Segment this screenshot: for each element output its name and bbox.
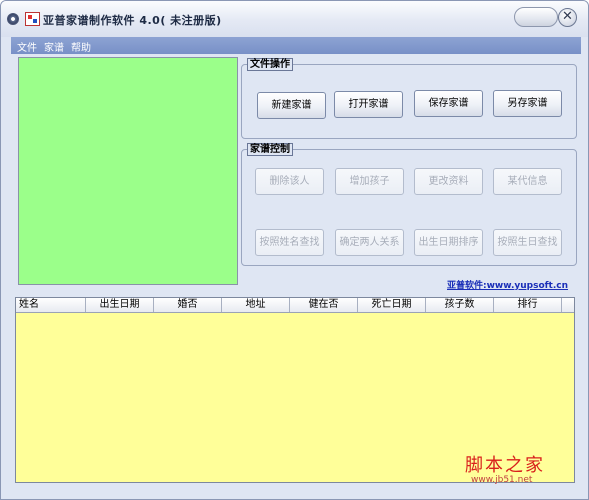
file-operations-label: 文件操作	[247, 58, 293, 71]
new-family-tree-button[interactable]: 新建家谱	[257, 92, 326, 119]
title-bar[interactable]: 亚普家谱制作软件 4.0( 未注册版) ✕	[1, 1, 588, 37]
column-header-address[interactable]: 地址	[222, 298, 290, 312]
column-header-name[interactable]: 姓名	[16, 298, 86, 312]
edit-info-button[interactable]: 更改资料	[414, 168, 483, 195]
delete-person-button[interactable]: 删除该人	[255, 168, 324, 195]
open-family-tree-button[interactable]: 打开家谱	[334, 91, 403, 118]
watermark-url: www.jb51.net	[471, 475, 533, 485]
sort-by-birthdate-button[interactable]: 出生日期排序	[414, 229, 483, 256]
determine-relation-button[interactable]: 确定两人关系	[335, 229, 404, 256]
app-window: 亚普家谱制作软件 4.0( 未注册版) ✕ 文件 家谱 帮助 文件操作 新建家谱…	[0, 0, 589, 500]
column-header-alive[interactable]: 健在否	[290, 298, 358, 312]
column-header-birth-date[interactable]: 出生日期	[86, 298, 154, 312]
column-header-married[interactable]: 婚否	[154, 298, 222, 312]
find-by-birthday-button[interactable]: 按照生日查找	[493, 229, 562, 256]
column-header-death-date[interactable]: 死亡日期	[358, 298, 426, 312]
close-icon[interactable]: ✕	[558, 8, 577, 27]
window-title: 亚普家谱制作软件 4.0( 未注册版)	[43, 14, 222, 27]
system-menu-icon[interactable]	[7, 13, 19, 25]
toolbar-toggle-button[interactable]	[514, 7, 558, 27]
family-control-label: 家谱控制	[247, 143, 293, 156]
column-header-rank[interactable]: 排行	[494, 298, 562, 312]
save-as-family-tree-button[interactable]: 另存家谱	[493, 90, 562, 117]
save-family-tree-button[interactable]: 保存家谱	[414, 90, 483, 117]
menu-bar: 文件 家谱 帮助	[11, 37, 581, 54]
website-link[interactable]: 亚普软件:www.yupsoft.cn	[447, 278, 568, 291]
menu-family-tree[interactable]: 家谱	[44, 39, 64, 54]
table-header: 姓名 出生日期 婚否 地址 健在否 死亡日期 孩子数 排行	[16, 298, 574, 313]
find-by-name-button[interactable]: 按照姓名查找	[255, 229, 324, 256]
generation-info-button[interactable]: 某代信息	[493, 168, 562, 195]
column-header-children-count[interactable]: 孩子数	[426, 298, 494, 312]
menu-help[interactable]: 帮助	[71, 39, 91, 54]
menu-file[interactable]: 文件	[17, 39, 37, 54]
add-child-button[interactable]: 增加孩子	[335, 168, 404, 195]
app-logo-icon	[25, 12, 40, 26]
watermark-logo: 脚本之家	[465, 455, 545, 476]
family-tree-panel[interactable]	[18, 57, 238, 285]
